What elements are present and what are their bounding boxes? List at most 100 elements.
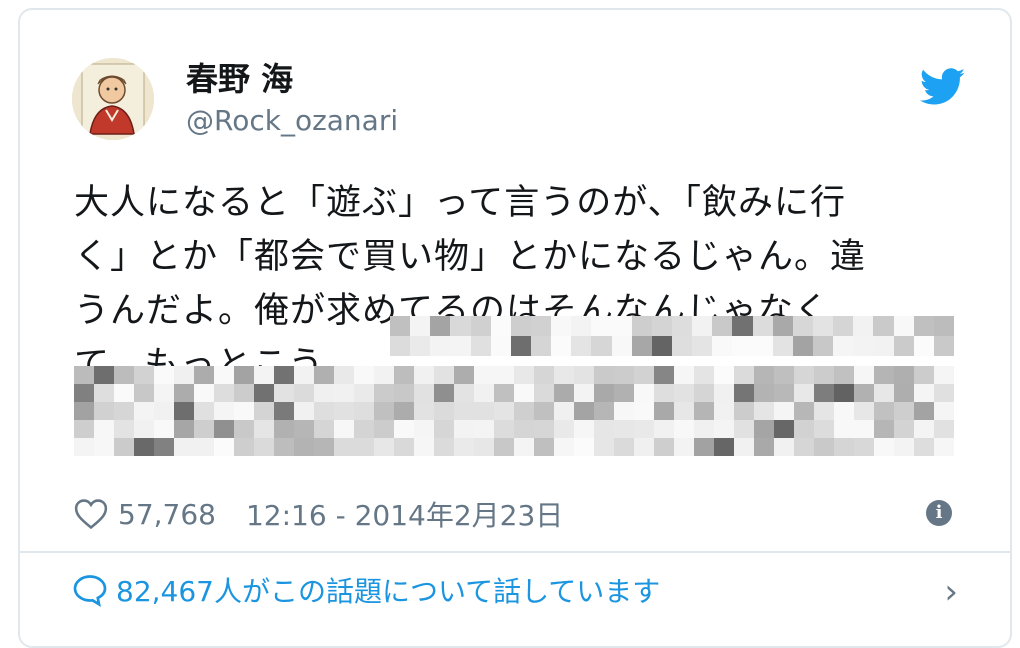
mosaic-tile — [833, 336, 854, 356]
mosaic-tile — [933, 336, 954, 356]
mosaic-tile — [494, 402, 514, 420]
mosaic-tile — [374, 402, 394, 420]
mosaic-tile — [874, 366, 894, 384]
mosaic-tile — [474, 366, 494, 384]
mosaic-tile — [594, 420, 614, 438]
mosaic-tile — [134, 420, 154, 438]
mosaic-tile — [614, 384, 634, 402]
mosaic-tile — [734, 384, 754, 402]
mosaic-tile — [934, 366, 954, 384]
mosaic-tile — [494, 438, 514, 456]
mosaic-tile — [732, 316, 753, 336]
mosaic-tile — [414, 384, 434, 402]
mosaic-tile — [614, 420, 634, 438]
mosaic-tile — [274, 420, 294, 438]
mosaic-tile — [294, 366, 314, 384]
mosaic-tile — [490, 336, 511, 356]
mosaic-tile — [514, 438, 534, 456]
mosaic-tile — [714, 420, 734, 438]
mosaic-tile — [294, 438, 314, 456]
mosaic-tile — [214, 384, 234, 402]
like-count[interactable]: 57,768 — [118, 498, 216, 531]
mosaic-tile — [854, 384, 874, 402]
mosaic-tile — [754, 420, 774, 438]
mosaic-tile — [390, 336, 411, 356]
mosaic-tile — [933, 316, 954, 336]
mosaic-tile — [534, 402, 554, 420]
author-handle[interactable]: @Rock_ozanari — [186, 104, 398, 138]
mosaic-tile — [94, 402, 114, 420]
mosaic-tile — [914, 438, 934, 456]
mosaic-tile — [394, 384, 414, 402]
mosaic-tile — [554, 402, 574, 420]
mosaic-tile — [174, 402, 194, 420]
speech-bubble-icon — [73, 575, 107, 607]
mosaic-tile — [450, 316, 471, 336]
twitter-bird-icon[interactable] — [920, 68, 966, 106]
mosaic-tile — [651, 316, 672, 336]
mosaic-tile — [634, 402, 654, 420]
mosaic-tile — [414, 366, 434, 384]
mosaic-tile — [254, 384, 274, 402]
mosaic-tile — [812, 316, 834, 336]
mosaic-tile — [694, 438, 714, 456]
mosaic-tile — [754, 384, 774, 402]
mosaic-tile — [591, 316, 612, 336]
mosaic-tile — [714, 384, 734, 402]
mosaic-tile — [732, 336, 753, 356]
mosaic-tile — [94, 420, 114, 438]
mosaic-tile — [434, 384, 454, 402]
mosaic-tile — [394, 366, 414, 384]
mosaic-tile — [734, 366, 754, 384]
mosaic-tile — [214, 438, 234, 456]
mosaic-tile — [752, 336, 773, 356]
mosaic-tile — [634, 384, 654, 402]
mosaic-tile — [834, 366, 854, 384]
mosaic-tile — [614, 438, 634, 456]
mosaic-tile — [334, 402, 354, 420]
mosaic-tile — [534, 384, 554, 402]
author-name[interactable]: 春野 海 — [186, 60, 293, 98]
mosaic-tile — [554, 438, 574, 456]
mosaic-tile — [134, 384, 154, 402]
mosaic-tile — [634, 438, 654, 456]
mosaic-tile — [772, 316, 793, 336]
mosaic-tile — [671, 336, 693, 356]
mosaic-tile — [314, 384, 334, 402]
mosaic-tile — [454, 438, 474, 456]
mosaic-tile — [434, 420, 454, 438]
mosaic-tile — [674, 366, 694, 384]
avatar[interactable] — [72, 58, 154, 140]
mosaic-tile — [510, 316, 531, 336]
mosaic-tile — [354, 420, 374, 438]
mosaic-tile — [674, 384, 694, 402]
mosaic-tile — [154, 366, 174, 384]
mosaic-tile — [234, 438, 254, 456]
mosaic-tile — [574, 438, 594, 456]
conversation-link[interactable]: 82,467人がこの話題について話しています — [72, 570, 660, 610]
mosaic-tile — [434, 438, 454, 456]
mosaic-tile — [611, 336, 632, 356]
redaction-mosaic — [390, 316, 954, 356]
mosaic-tile — [450, 336, 471, 356]
chevron-right-icon[interactable]: › — [944, 572, 958, 612]
mosaic-tile — [754, 438, 774, 456]
mosaic-tile — [551, 316, 572, 336]
info-icon[interactable]: i — [926, 500, 952, 526]
mosaic-tile — [854, 420, 874, 438]
mosaic-tile — [94, 438, 114, 456]
mosaic-tile — [354, 438, 374, 456]
mosaic-tile — [234, 366, 254, 384]
mosaic-tile — [74, 402, 94, 420]
mosaic-tile — [334, 366, 354, 384]
tweet-timestamp[interactable]: 12:16 - 2014年2月23日 — [246, 494, 563, 534]
mosaic-tile — [893, 336, 914, 356]
mosaic-tile — [114, 402, 134, 420]
mosaic-tile — [430, 336, 451, 356]
mosaic-tile — [194, 384, 214, 402]
mosaic-tile — [234, 420, 254, 438]
mosaic-tile — [154, 420, 174, 438]
mosaic-tile — [794, 420, 814, 438]
mosaic-tile — [854, 438, 874, 456]
heart-icon[interactable] — [74, 498, 108, 530]
